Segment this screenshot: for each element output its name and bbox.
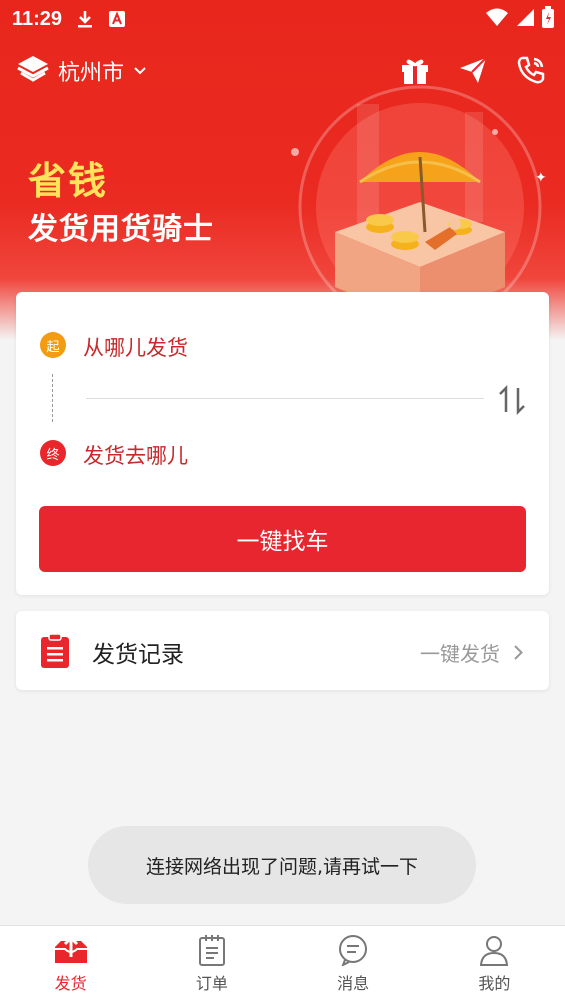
tab-label: 订单 — [195, 974, 228, 993]
status-time: 11:29 — [12, 7, 63, 30]
tab-label: 我的 — [478, 974, 511, 993]
phone-icon[interactable] — [513, 52, 549, 88]
bottom-tab-bar: 发货 订单 消息 我的 — [0, 925, 565, 1004]
download-icon — [76, 9, 94, 29]
tab-label: 消息 — [337, 974, 370, 993]
from-location-field[interactable]: 从哪儿发货 — [83, 332, 188, 362]
record-list-icon — [41, 633, 69, 668]
chat-bubble-icon — [335, 934, 371, 966]
wifi-icon — [485, 7, 509, 31]
clipboard-icon — [194, 934, 230, 966]
app-notification-icon — [108, 10, 126, 28]
end-badge: 终 — [40, 440, 66, 466]
gift-icon[interactable] — [397, 52, 433, 88]
route-connector — [52, 374, 53, 422]
divider — [86, 398, 484, 399]
logo-icon — [16, 54, 50, 88]
tab-messages[interactable]: 消息 — [283, 926, 424, 1004]
swap-icon[interactable] — [494, 382, 530, 418]
svg-text:✦: ✦ — [535, 170, 547, 186]
slogan-secondary: 发货用货骑士 — [28, 212, 214, 247]
battery-icon — [541, 6, 555, 32]
shipping-record-row[interactable]: 发货记录 一键发货 — [16, 611, 549, 690]
city-selector[interactable]: 杭州市 — [16, 54, 146, 88]
to-location-field[interactable]: 发货去哪儿 — [83, 440, 188, 470]
quick-ship-link[interactable]: 一键发货 — [420, 638, 523, 667]
find-truck-button[interactable]: 一键找车 — [39, 506, 526, 572]
status-bar: 11:29 — [0, 0, 565, 38]
send-icon[interactable] — [455, 52, 491, 88]
tab-label: 发货 — [54, 974, 87, 993]
upload-box-icon — [53, 934, 89, 966]
tab-ship[interactable]: 发货 — [0, 926, 141, 1004]
record-title: 发货记录 — [92, 642, 184, 668]
tab-orders[interactable]: 订单 — [141, 926, 282, 1004]
top-bar: 杭州市 — [0, 48, 565, 94]
route-card: 起 从哪儿发货 终 发货去哪儿 一键找车 — [16, 292, 549, 595]
quick-ship-label: 一键发货 — [420, 642, 500, 666]
slogan-primary: 省钱 — [28, 159, 109, 203]
umbrella-coins-illustration: ✦ — [291, 85, 547, 322]
tab-mine[interactable]: 我的 — [424, 926, 565, 1004]
start-badge: 起 — [40, 332, 66, 358]
city-name: 杭州市 — [58, 61, 125, 86]
person-icon — [476, 934, 512, 966]
chevron-right-icon — [514, 641, 523, 665]
network-error-toast: 连接网络出现了问题,请再试一下 — [88, 826, 476, 904]
chevron-down-icon — [134, 63, 146, 79]
signal-icon — [515, 7, 535, 31]
